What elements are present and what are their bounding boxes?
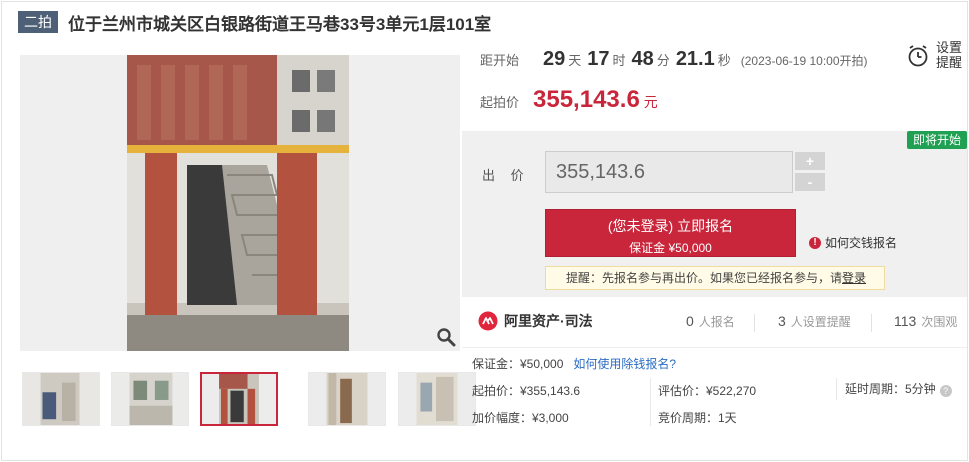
- deposit-value: 保证金：¥50,000: [472, 357, 564, 371]
- signup-button-label: (您未登录) 立即报名: [607, 218, 734, 234]
- bid-panel: 即将开始 出 价 + - (您未登录) 立即报名 保证金 ¥50,000 ! 如…: [462, 131, 967, 297]
- start-price-value: 355,143.6: [533, 86, 640, 113]
- info-icon: !: [809, 236, 821, 249]
- set-reminder-button[interactable]: 设置提醒: [906, 40, 966, 72]
- thumbnail-5[interactable]: [398, 372, 476, 426]
- minutes-unit: 分: [656, 53, 670, 68]
- countdown-minutes: 48: [631, 48, 654, 70]
- detail-cycle: 竞价周期：1天: [658, 411, 737, 425]
- status-badge: 即将开始: [906, 131, 967, 149]
- signup-count: 0 人报名: [686, 313, 735, 330]
- zoom-icon[interactable]: [436, 327, 456, 347]
- page-title: 位于兰州市城关区白银路街道王马巷33号3单元1层101室: [68, 14, 492, 34]
- reminder-count-value: 3: [778, 313, 786, 329]
- view-count: 113 次围观: [894, 313, 957, 330]
- set-reminder-label: 设置提醒: [936, 40, 963, 70]
- alarm-clock-icon: [908, 45, 928, 67]
- ali-asset-logo-text: 阿里资产·司法: [504, 313, 593, 329]
- ali-asset-logo: 阿里资产·司法: [478, 311, 593, 331]
- thumbnail-3-selected[interactable]: [200, 372, 278, 426]
- thumbnail-2[interactable]: [111, 372, 189, 426]
- notice-text: 提醒：先报名参与再出价。如果您已经报名参与，请: [566, 271, 843, 285]
- stats-bar: 阿里资产·司法 0 人报名 3 人设置提醒 113 次围观: [462, 298, 967, 348]
- divider: [754, 314, 755, 332]
- countdown-days: 29: [543, 48, 566, 70]
- thumbnail-strip: [20, 372, 476, 428]
- detail-delay: 延时周期：5分钟?: [845, 380, 952, 397]
- divider: [836, 378, 837, 400]
- start-price-label: 起拍价: [480, 95, 520, 110]
- signup-count-label: 人报名: [698, 315, 735, 329]
- hours-unit: 时: [612, 53, 626, 68]
- signup-deposit-label: 保证金 ¥50,000: [629, 241, 712, 255]
- ali-asset-logo-icon: [478, 311, 498, 331]
- countdown-label: 距开始: [480, 53, 520, 68]
- view-count-label: 次围观: [921, 315, 958, 329]
- main-photo: [127, 55, 349, 351]
- round-badge: 二拍: [18, 11, 58, 33]
- detail-appraisal: 评估价：¥522,270: [658, 384, 757, 398]
- start-price-unit: 元: [643, 94, 658, 110]
- signup-count-value: 0: [686, 313, 694, 329]
- how-to-pay-link[interactable]: ! 如何交钱报名: [809, 234, 897, 251]
- deposit-row: 保证金：¥50,000 如何使用除钱报名?: [472, 355, 676, 372]
- countdown-seconds: 21.1: [675, 48, 715, 70]
- increase-bid-button[interactable]: +: [795, 152, 825, 170]
- detail-increment: 加价幅度：¥3,000: [472, 411, 569, 425]
- bid-amount-input[interactable]: [545, 151, 793, 193]
- delay-value: 延时周期：5分钟: [845, 382, 936, 396]
- divider: [871, 314, 872, 332]
- main-photo-viewer[interactable]: [20, 55, 460, 351]
- bid-label: 出 价: [482, 168, 530, 183]
- thumbnail-4[interactable]: [308, 372, 386, 426]
- detail-start-price: 起拍价：¥355,143.6: [472, 384, 581, 398]
- reminder-count-label: 人设置提醒: [790, 315, 851, 329]
- view-count-value: 113: [894, 313, 917, 329]
- thumbnail-1[interactable]: [22, 372, 100, 426]
- login-link[interactable]: 登录: [842, 271, 866, 285]
- countdown-hours: 17: [587, 48, 610, 70]
- reminder-count: 3 人设置提醒: [778, 313, 851, 330]
- countdown: 距开始 29 天 17 时 48 分 21.1 秒 (2023-06-19 10…: [480, 48, 868, 71]
- deposit-help-link[interactable]: 如何使用除钱报名?: [573, 357, 676, 371]
- seconds-unit: 秒: [717, 53, 731, 68]
- start-price-row: 起拍价 355,143.6 元: [480, 86, 658, 114]
- decrease-bid-button[interactable]: -: [795, 173, 825, 191]
- start-time: (2023-06-19 10:00开拍): [740, 54, 868, 68]
- signup-button[interactable]: (您未登录) 立即报名 保证金 ¥50,000: [545, 209, 796, 257]
- login-notice: 提醒：先报名参与再出价。如果您已经报名参与，请登录: [545, 266, 885, 290]
- help-icon[interactable]: ?: [939, 385, 952, 397]
- divider: [650, 378, 651, 426]
- days-unit: 天: [568, 53, 582, 68]
- how-to-pay-label: 如何交钱报名: [825, 236, 898, 250]
- auction-header: 二拍 位于兰州市城关区白银路街道王马巷33号3单元1层101室: [18, 10, 491, 34]
